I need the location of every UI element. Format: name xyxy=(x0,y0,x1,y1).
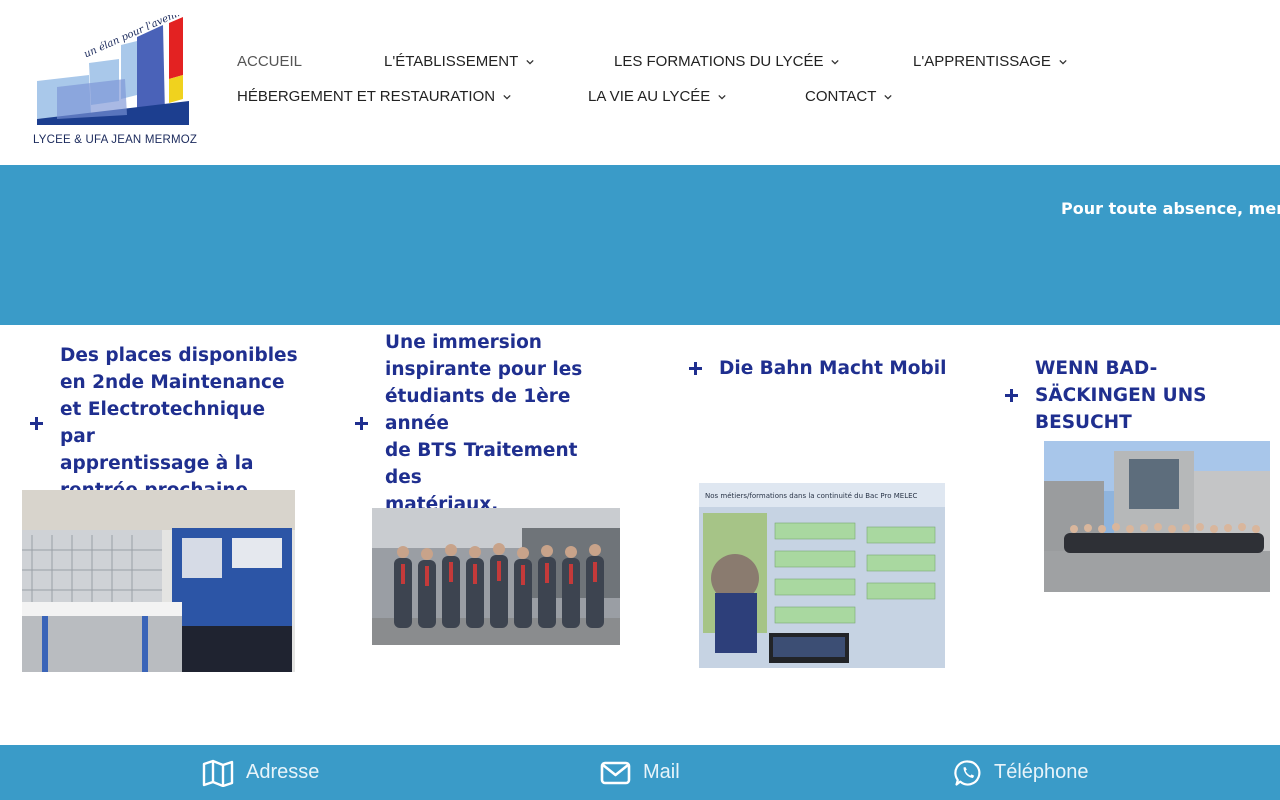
nav-item-etablissement[interactable]: L'ÉTABLISSEMENT xyxy=(384,53,534,70)
plus-icon xyxy=(689,362,702,375)
footer-mail-label: Mail xyxy=(643,761,680,783)
chevron-down-icon xyxy=(1059,59,1067,65)
nav-label: LES FORMATIONS DU LYCÉE xyxy=(614,53,824,70)
news-image-workshop[interactable] xyxy=(22,490,295,672)
school-visit-photo xyxy=(1044,441,1270,592)
footer-address-link[interactable]: Adresse xyxy=(202,745,319,800)
workshop-photo xyxy=(22,490,295,672)
nav-item-hebergement[interactable]: HÉBERGEMENT ET RESTAURATION xyxy=(237,88,511,105)
nav-label: L'ÉTABLISSEMENT xyxy=(384,53,519,70)
footer-phone-link[interactable]: Téléphone xyxy=(954,745,1089,800)
news-image-presentation[interactable]: Nos métiers/formations dans la continuit… xyxy=(699,483,945,668)
plus-icon xyxy=(355,416,368,430)
news-image-students[interactable] xyxy=(372,508,620,645)
map-icon xyxy=(202,759,234,787)
site-footer: Adresse Mail Téléphone xyxy=(0,745,1280,800)
nav-label: CONTACT xyxy=(805,88,877,105)
nav-item-vie-au-lycee[interactable]: LA VIE AU LYCÉE xyxy=(588,88,726,105)
chevron-down-icon xyxy=(718,94,726,100)
news-title-2[interactable]: Une immersion inspirante pour les étudia… xyxy=(355,332,615,515)
announcement-ticker[interactable]: Pour toute absence, merci xyxy=(1061,199,1280,218)
footer-mail-link[interactable]: Mail xyxy=(600,745,680,800)
footer-address-label: Adresse xyxy=(246,761,320,783)
slide-title: Nos métiers/formations dans la continuit… xyxy=(705,492,918,500)
nav-label: LA VIE AU LYCÉE xyxy=(588,88,711,105)
nav-label: HÉBERGEMENT ET RESTAURATION xyxy=(237,88,496,105)
chevron-down-icon xyxy=(503,94,511,100)
mail-icon xyxy=(600,761,631,784)
news-title-1[interactable]: Des places disponibles en 2nde Maintenan… xyxy=(30,345,300,501)
nav-item-apprentissage[interactable]: L'APPRENTISSAGE xyxy=(913,53,1067,70)
chevron-down-icon xyxy=(831,59,840,65)
nav-item-accueil[interactable]: ACCUEIL xyxy=(237,53,302,70)
footer-phone-label: Téléphone xyxy=(994,761,1089,783)
news-title-4[interactable]: WENN BAD- SÄCKINGEN UNS BESUCHT xyxy=(1005,355,1265,436)
plus-icon xyxy=(1005,389,1018,402)
presentation-slide-photo: Nos métiers/formations dans la continuit… xyxy=(699,483,945,668)
info-banner: Pour toute absence, merci xyxy=(0,165,1280,325)
news-title-3[interactable]: Die Bahn Macht Mobil xyxy=(689,355,949,382)
plus-icon xyxy=(30,416,43,430)
main-navigation: ACCUEIL L'ÉTABLISSEMENT LES FORMATIONS D… xyxy=(0,0,1280,165)
nav-label: ACCUEIL xyxy=(237,53,303,70)
nav-label: L'APPRENTISSAGE xyxy=(913,53,1051,70)
whatsapp-icon xyxy=(954,759,981,786)
site-header: un élan pour l'avenir LYCEE & UFA JEAN M… xyxy=(0,0,1280,165)
chevron-down-icon xyxy=(884,94,893,100)
news-image-visit[interactable] xyxy=(1044,441,1270,592)
nav-item-contact[interactable]: CONTACT xyxy=(805,88,893,105)
students-group-photo xyxy=(372,508,620,645)
chevron-down-icon xyxy=(526,59,534,65)
nav-item-formations[interactable]: LES FORMATIONS DU LYCÉE xyxy=(614,53,840,70)
